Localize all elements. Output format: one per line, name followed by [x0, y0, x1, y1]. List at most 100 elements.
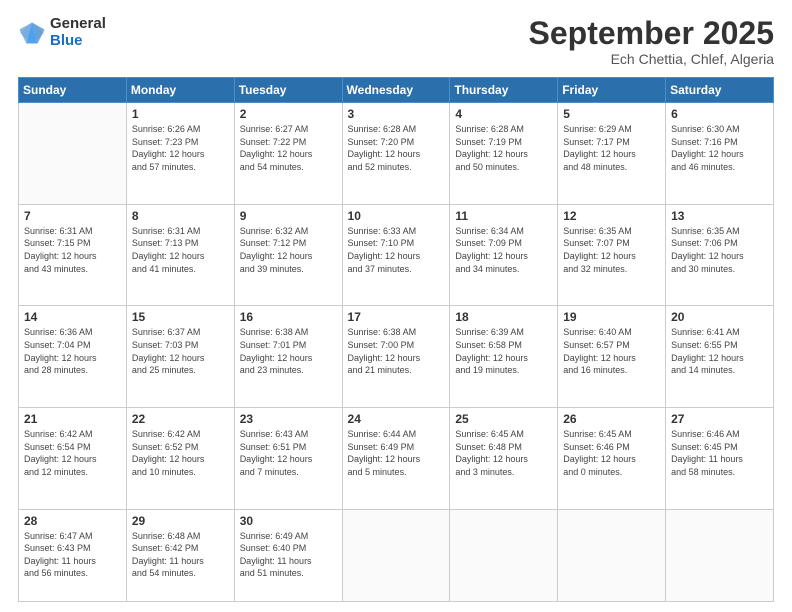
calendar-cell: 5 Sunrise: 6:29 AM Sunset: 7:17 PM Daylig… [558, 103, 666, 205]
day-header-monday: Monday [126, 78, 234, 103]
day-info: Sunrise: 6:31 AM Sunset: 7:13 PM Dayligh… [132, 225, 229, 275]
week-row-4: 21Sunrise: 6:42 AM Sunset: 6:54 PM Dayli… [19, 408, 774, 510]
day-info: Sunrise: 6:41 AM Sunset: 6:55 PM Dayligh… [671, 326, 768, 376]
day-number: 14 [24, 310, 121, 324]
logo-general-text: General [50, 16, 106, 33]
day-info: Sunrise: 6:35 AM Sunset: 7:06 PM Dayligh… [671, 225, 768, 275]
day-info: Sunrise: 6:48 AM Sunset: 6:42 PM Dayligh… [132, 530, 229, 580]
week-row-5: 28 Sunrise: 6:47 AM Sunset: 6:43 PM Dayli… [19, 509, 774, 601]
day-info: Sunrise: 6:36 AM Sunset: 7:04 PM Dayligh… [24, 326, 121, 376]
day-number: 29 [132, 514, 229, 528]
day-info: Sunrise: 6:26 AM Sunset: 7:23 PM Dayligh… [132, 123, 229, 173]
day-info: Sunrise: 6:28 AM Sunset: 7:20 PM Dayligh… [348, 123, 445, 173]
day-info: Sunrise: 6:37 AM Sunset: 7:03 PM Dayligh… [132, 326, 229, 376]
logo-text: General Blue [50, 16, 106, 49]
header-row: SundayMondayTuesdayWednesdayThursdayFrid… [19, 78, 774, 103]
week-row-1: 1Sunrise: 6:26 AM Sunset: 7:23 PM Daylig… [19, 103, 774, 205]
day-number: 3 [348, 107, 445, 121]
day-number: 20 [671, 310, 768, 324]
day-number: 25 [455, 412, 552, 426]
calendar-cell: 14 Sunrise: 6:36 AM Sunset: 7:04 PM Dayli… [19, 306, 127, 408]
day-number: 9 [240, 209, 337, 223]
day-info: Sunrise: 6:33 AM Sunset: 7:10 PM Dayligh… [348, 225, 445, 275]
calendar-cell: 28 Sunrise: 6:47 AM Sunset: 6:43 PM Dayli… [19, 509, 127, 601]
day-info: Sunrise: 6:46 AM Sunset: 6:45 PM Dayligh… [671, 428, 768, 478]
day-header-sunday: Sunday [19, 78, 127, 103]
day-number: 19 [563, 310, 660, 324]
day-number: 7 [24, 209, 121, 223]
day-info: Sunrise: 6:42 AM Sunset: 6:54 PM Dayligh… [24, 428, 121, 478]
location-subtitle: Ech Chettia, Chlef, Algeria [529, 51, 774, 67]
calendar-cell: 26 Sunrise: 6:45 AM Sunset: 6:46 PM Dayli… [558, 408, 666, 510]
calendar-cell [342, 509, 450, 601]
calendar-cell: 19 Sunrise: 6:40 AM Sunset: 6:57 PM Dayli… [558, 306, 666, 408]
calendar-cell [450, 509, 558, 601]
day-number: 10 [348, 209, 445, 223]
day-number: 16 [240, 310, 337, 324]
day-info: Sunrise: 6:28 AM Sunset: 7:19 PM Dayligh… [455, 123, 552, 173]
logo-blue-text: Blue [50, 33, 106, 50]
calendar-cell: 12Sunrise: 6:35 AM Sunset: 7:07 PM Dayli… [558, 204, 666, 306]
logo-icon [18, 19, 46, 47]
calendar-cell: 27 Sunrise: 6:46 AM Sunset: 6:45 PM Dayli… [666, 408, 774, 510]
calendar-cell: 10 Sunrise: 6:33 AM Sunset: 7:10 PM Dayli… [342, 204, 450, 306]
calendar-cell: 29 Sunrise: 6:48 AM Sunset: 6:42 PM Dayli… [126, 509, 234, 601]
week-row-2: 7 Sunrise: 6:31 AM Sunset: 7:15 PM Daylig… [19, 204, 774, 306]
day-number: 13 [671, 209, 768, 223]
day-number: 5 [563, 107, 660, 121]
calendar-cell: 17 Sunrise: 6:38 AM Sunset: 7:00 PM Dayli… [342, 306, 450, 408]
calendar-cell: 18 Sunrise: 6:39 AM Sunset: 6:58 PM Dayli… [450, 306, 558, 408]
calendar-cell: 16 Sunrise: 6:38 AM Sunset: 7:01 PM Dayli… [234, 306, 342, 408]
day-info: Sunrise: 6:39 AM Sunset: 6:58 PM Dayligh… [455, 326, 552, 376]
calendar-cell: 23 Sunrise: 6:43 AM Sunset: 6:51 PM Dayli… [234, 408, 342, 510]
day-info: Sunrise: 6:43 AM Sunset: 6:51 PM Dayligh… [240, 428, 337, 478]
calendar-cell: 24Sunrise: 6:44 AM Sunset: 6:49 PM Dayli… [342, 408, 450, 510]
calendar-cell: 30 Sunrise: 6:49 AM Sunset: 6:40 PM Dayli… [234, 509, 342, 601]
day-info: Sunrise: 6:47 AM Sunset: 6:43 PM Dayligh… [24, 530, 121, 580]
calendar-cell: 6Sunrise: 6:30 AM Sunset: 7:16 PM Daylig… [666, 103, 774, 205]
day-number: 22 [132, 412, 229, 426]
day-number: 30 [240, 514, 337, 528]
day-info: Sunrise: 6:45 AM Sunset: 6:46 PM Dayligh… [563, 428, 660, 478]
page: General Blue September 2025 Ech Chettia,… [0, 0, 792, 612]
header: General Blue September 2025 Ech Chettia,… [18, 16, 774, 67]
calendar-cell: 2Sunrise: 6:27 AM Sunset: 7:22 PM Daylig… [234, 103, 342, 205]
day-info: Sunrise: 6:38 AM Sunset: 7:00 PM Dayligh… [348, 326, 445, 376]
calendar-cell: 21Sunrise: 6:42 AM Sunset: 6:54 PM Dayli… [19, 408, 127, 510]
day-number: 26 [563, 412, 660, 426]
day-number: 23 [240, 412, 337, 426]
day-number: 28 [24, 514, 121, 528]
day-info: Sunrise: 6:40 AM Sunset: 6:57 PM Dayligh… [563, 326, 660, 376]
calendar-table: SundayMondayTuesdayWednesdayThursdayFrid… [18, 77, 774, 602]
calendar-cell: 25 Sunrise: 6:45 AM Sunset: 6:48 PM Dayli… [450, 408, 558, 510]
day-info: Sunrise: 6:35 AM Sunset: 7:07 PM Dayligh… [563, 225, 660, 275]
calendar-cell [558, 509, 666, 601]
day-info: Sunrise: 6:30 AM Sunset: 7:16 PM Dayligh… [671, 123, 768, 173]
day-header-thursday: Thursday [450, 78, 558, 103]
day-number: 27 [671, 412, 768, 426]
day-info: Sunrise: 6:31 AM Sunset: 7:15 PM Dayligh… [24, 225, 121, 275]
calendar-cell: 22 Sunrise: 6:42 AM Sunset: 6:52 PM Dayli… [126, 408, 234, 510]
calendar-cell [19, 103, 127, 205]
calendar-cell: 11Sunrise: 6:34 AM Sunset: 7:09 PM Dayli… [450, 204, 558, 306]
calendar-cell: 1Sunrise: 6:26 AM Sunset: 7:23 PM Daylig… [126, 103, 234, 205]
day-number: 18 [455, 310, 552, 324]
day-number: 17 [348, 310, 445, 324]
day-header-saturday: Saturday [666, 78, 774, 103]
day-number: 8 [132, 209, 229, 223]
calendar-cell: 9Sunrise: 6:32 AM Sunset: 7:12 PM Daylig… [234, 204, 342, 306]
day-info: Sunrise: 6:45 AM Sunset: 6:48 PM Dayligh… [455, 428, 552, 478]
logo: General Blue [18, 16, 106, 49]
day-header-wednesday: Wednesday [342, 78, 450, 103]
day-info: Sunrise: 6:38 AM Sunset: 7:01 PM Dayligh… [240, 326, 337, 376]
day-info: Sunrise: 6:42 AM Sunset: 6:52 PM Dayligh… [132, 428, 229, 478]
day-header-tuesday: Tuesday [234, 78, 342, 103]
month-title: September 2025 [529, 16, 774, 51]
day-info: Sunrise: 6:29 AM Sunset: 7:17 PM Dayligh… [563, 123, 660, 173]
calendar-cell: 7 Sunrise: 6:31 AM Sunset: 7:15 PM Daylig… [19, 204, 127, 306]
title-block: September 2025 Ech Chettia, Chlef, Alger… [529, 16, 774, 67]
day-info: Sunrise: 6:27 AM Sunset: 7:22 PM Dayligh… [240, 123, 337, 173]
day-number: 24 [348, 412, 445, 426]
day-info: Sunrise: 6:49 AM Sunset: 6:40 PM Dayligh… [240, 530, 337, 580]
week-row-3: 14 Sunrise: 6:36 AM Sunset: 7:04 PM Dayli… [19, 306, 774, 408]
